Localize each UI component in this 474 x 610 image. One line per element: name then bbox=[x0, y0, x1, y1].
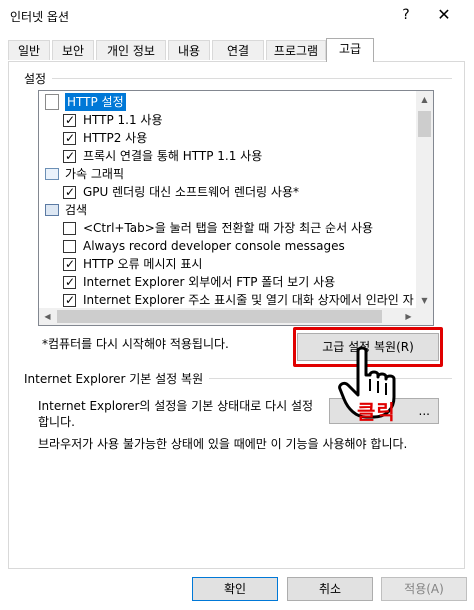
reset-note: 브라우저가 사용 불가능한 상태에 있을 때에만 이 기능을 사용해야 합니다. bbox=[38, 437, 408, 451]
tab-advanced[interactable]: 고급 bbox=[326, 38, 374, 62]
option-label: <Ctrl+Tab>을 눌러 탭을 전환할 때 가장 최근 순서 사용 bbox=[83, 221, 374, 235]
ok-button[interactable]: 확인 bbox=[192, 577, 278, 601]
scroll-thumb[interactable] bbox=[57, 310, 382, 323]
category-label: HTTP 설정 bbox=[65, 93, 126, 111]
tab-connections[interactable]: 연결 bbox=[212, 40, 264, 60]
restart-note: *컴퓨터를 다시 시작해야 적용됩니다. bbox=[42, 337, 229, 351]
checkbox[interactable] bbox=[63, 129, 76, 147]
apply-button: 적용(A) bbox=[381, 577, 467, 601]
window-title: 인터넷 옵션 bbox=[10, 10, 70, 24]
scroll-down-icon[interactable]: ▼ bbox=[416, 292, 433, 309]
tab-general[interactable]: 일반 bbox=[8, 40, 50, 60]
settings-tree[interactable]: HTTP 설정 HTTP 1.1 사용 HTTP2 사용 프록시 연결을 통해 … bbox=[38, 90, 434, 326]
checkbox[interactable] bbox=[63, 222, 76, 235]
tab-security[interactable]: 보안 bbox=[52, 40, 94, 60]
cancel-button[interactable]: 취소 bbox=[287, 577, 373, 601]
checkbox[interactable] bbox=[63, 240, 76, 253]
checkbox[interactable] bbox=[63, 147, 76, 165]
close-button[interactable]: ✕ bbox=[432, 5, 456, 25]
tab-programs[interactable]: 프로그램 bbox=[266, 40, 326, 60]
tab-content[interactable]: 내용 bbox=[168, 40, 210, 60]
reset-description-line1: Internet Explorer의 설정을 기본 상태대로 다시 설정 bbox=[38, 399, 314, 413]
click-annotation: 클릭 bbox=[357, 400, 396, 424]
help-button[interactable]: ? bbox=[396, 5, 416, 25]
browse-icon bbox=[45, 204, 59, 216]
image-icon bbox=[45, 168, 59, 180]
reset-description-line2: 합니다. bbox=[38, 415, 75, 429]
scroll-up-icon[interactable]: ▲ bbox=[416, 91, 433, 108]
checkbox[interactable] bbox=[63, 255, 76, 273]
scroll-thumb[interactable] bbox=[418, 111, 431, 137]
category-label: 검색 bbox=[65, 203, 88, 217]
checkbox[interactable] bbox=[63, 111, 76, 129]
checkbox[interactable] bbox=[63, 291, 76, 309]
checkbox[interactable] bbox=[63, 183, 76, 201]
option-label: Internet Explorer 주소 표시줄 및 열기 대화 상자에서 인라… bbox=[83, 293, 414, 307]
scrollbar-corner bbox=[416, 308, 433, 325]
option-label: GPU 렌더링 대신 소프트웨어 렌더링 사용* bbox=[83, 185, 299, 199]
tab-privacy[interactable]: 개인 정보 bbox=[96, 40, 166, 60]
option-label: 프록시 연결을 통해 HTTP 1.1 사용 bbox=[83, 149, 263, 163]
scroll-right-icon[interactable]: ▶ bbox=[400, 308, 417, 325]
scroll-left-icon[interactable]: ◀ bbox=[39, 308, 56, 325]
vertical-scrollbar[interactable]: ▲ ▼ bbox=[416, 91, 433, 309]
option-label: HTTP2 사용 bbox=[83, 131, 148, 145]
tab-strip: 일반 보안 개인 정보 내용 연결 프로그램 고급 bbox=[8, 38, 468, 62]
option-label: Always record developer console messages bbox=[83, 239, 345, 253]
option-label: HTTP 1.1 사용 bbox=[83, 113, 163, 127]
horizontal-scrollbar[interactable]: ◀ ▶ bbox=[39, 308, 417, 325]
option-label: Internet Explorer 외부에서 FTP 폴더 보기 사용 bbox=[83, 275, 336, 289]
page-icon bbox=[45, 94, 59, 110]
category-label: 가속 그래픽 bbox=[65, 167, 125, 181]
settings-group-line bbox=[24, 78, 452, 79]
checkbox[interactable] bbox=[63, 273, 76, 291]
title-bar: 인터넷 옵션 ? ✕ bbox=[0, 0, 474, 32]
reset-group-label: Internet Explorer 기본 설정 복원 bbox=[24, 370, 210, 387]
option-label: HTTP 오류 메시지 표시 bbox=[83, 257, 203, 271]
settings-group-label: 설정 bbox=[24, 70, 53, 87]
